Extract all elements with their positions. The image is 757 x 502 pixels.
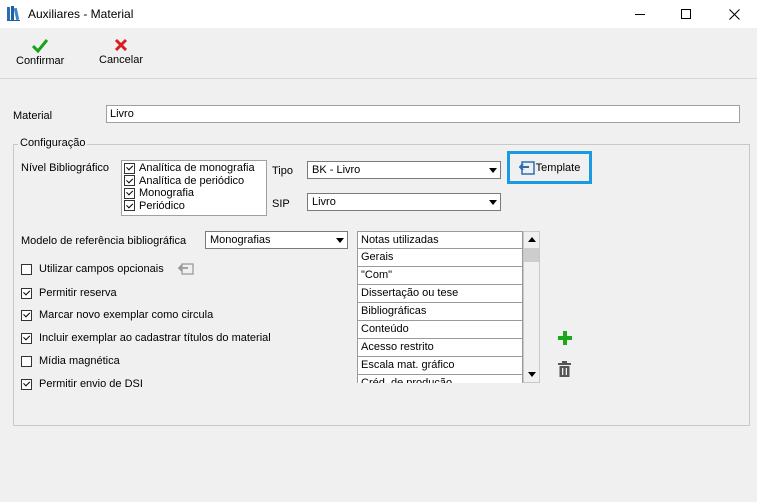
option-label: Permitir reserva <box>39 287 117 299</box>
trash-icon[interactable] <box>557 361 572 378</box>
import-arrow-icon <box>518 160 535 175</box>
maximize-icon <box>681 9 691 19</box>
list-item[interactable]: Conteúdo <box>357 321 523 339</box>
notas-scrollbar[interactable] <box>523 231 540 383</box>
chevron-down-icon[interactable] <box>485 162 500 178</box>
material-input[interactable]: Livro <box>106 105 740 123</box>
chevron-down-icon[interactable] <box>485 194 500 210</box>
sip-label: SIP <box>272 198 290 210</box>
x-mark-icon <box>114 38 128 52</box>
confirm-label: Confirmar <box>16 55 65 67</box>
cancel-button[interactable]: Cancelar <box>99 38 143 66</box>
cancel-label: Cancelar <box>99 54 144 66</box>
close-button[interactable] <box>711 0 757 28</box>
list-item[interactable]: "Com" <box>357 267 523 285</box>
nivel-checkbox[interactable] <box>124 187 135 199</box>
option-permitir-reserva[interactable]: Permitir reserva <box>21 287 117 299</box>
modelo-value: Monografias <box>210 234 271 246</box>
option-checkbox[interactable] <box>21 309 32 321</box>
notas-list: Notas utilizadas Gerais "Com" Dissertaçã… <box>357 231 540 383</box>
nivel-checkbox[interactable] <box>124 200 135 212</box>
add-plus-icon[interactable] <box>557 330 573 346</box>
notas-header: Notas utilizadas <box>357 231 523 249</box>
option-checkbox[interactable] <box>21 378 32 390</box>
template-button[interactable]: Template <box>507 151 592 184</box>
option-utilizar-campos[interactable]: Utilizar campos opcionais <box>21 263 194 275</box>
template-label: Template <box>535 161 581 174</box>
nivel-checkbox[interactable] <box>124 175 135 187</box>
material-label: Material <box>13 110 53 122</box>
sip-select[interactable]: Livro <box>307 193 501 211</box>
confirm-button[interactable]: Confirmar <box>16 38 64 67</box>
list-item[interactable]: Créd. de produção <box>357 375 523 383</box>
option-label: Incluir exemplar ao cadastrar títulos do… <box>39 332 271 344</box>
list-item[interactable]: Bibliográficas <box>357 303 523 321</box>
tipo-label: Tipo <box>272 165 293 177</box>
nivel-item-label: Analítica de monografia <box>139 162 255 175</box>
nivel-bibliografico-list: Analítica de monografia Analítica de per… <box>121 160 267 216</box>
option-midia-magnetica[interactable]: Mídia magnética <box>21 355 120 367</box>
list-item[interactable]: Gerais <box>357 249 523 267</box>
sip-value: Livro <box>312 196 336 208</box>
close-icon <box>728 8 740 20</box>
option-permitir-dsi[interactable]: Permitir envio de DSI <box>21 378 143 390</box>
option-label: Permitir envio de DSI <box>39 378 143 390</box>
scroll-down-icon[interactable] <box>524 367 539 382</box>
nivel-item-label: Monografia <box>139 187 195 200</box>
option-label: Utilizar campos opcionais <box>39 263 164 275</box>
checkmark-icon <box>32 39 49 53</box>
option-label: Marcar novo exemplar como circula <box>39 309 214 321</box>
window-title: Auxiliares - Material <box>28 7 134 21</box>
chevron-down-icon[interactable] <box>332 232 347 248</box>
option-checkbox[interactable] <box>21 332 32 344</box>
nivel-item-label: Analítica de periódico <box>139 174 245 187</box>
nivel-item[interactable]: Analítica de periódico <box>122 175 266 188</box>
nivel-item[interactable]: Analítica de monografia <box>122 162 266 175</box>
list-item[interactable]: Dissertação ou tese <box>357 285 523 303</box>
option-marcar-circula[interactable]: Marcar novo exemplar como circula <box>21 309 213 321</box>
nivel-item[interactable]: Periódico <box>122 200 266 213</box>
list-item[interactable]: Acesso restrito <box>357 339 523 357</box>
option-checkbox[interactable] <box>21 355 32 367</box>
app-books-icon <box>7 6 20 21</box>
nivel-bibliografico-label: Nível Bibliográfico <box>21 162 110 174</box>
minimize-button[interactable] <box>617 0 663 28</box>
option-label: Mídia magnética <box>39 355 120 367</box>
option-checkbox[interactable] <box>21 263 32 275</box>
import-arrow-icon[interactable] <box>177 263 194 275</box>
modelo-referencia-select[interactable]: Monografias <box>205 231 348 249</box>
nivel-checkbox[interactable] <box>124 162 135 174</box>
option-incluir-exemplar[interactable]: Incluir exemplar ao cadastrar títulos do… <box>21 332 271 344</box>
nivel-item-label: Periódico <box>139 199 185 212</box>
maximize-button[interactable] <box>663 0 709 28</box>
nivel-item[interactable]: Monografia <box>122 187 266 200</box>
list-item[interactable]: Escala mat. gráfico <box>357 357 523 375</box>
tipo-value: BK - Livro <box>312 164 361 176</box>
scroll-up-icon[interactable] <box>524 232 539 247</box>
modelo-referencia-label: Modelo de referência bibliográfica <box>21 235 187 247</box>
tipo-select[interactable]: BK - Livro <box>307 161 501 179</box>
scroll-thumb[interactable] <box>524 248 539 262</box>
minimize-icon <box>635 14 645 15</box>
option-checkbox[interactable] <box>21 287 32 299</box>
config-legend: Configuração <box>18 137 88 149</box>
